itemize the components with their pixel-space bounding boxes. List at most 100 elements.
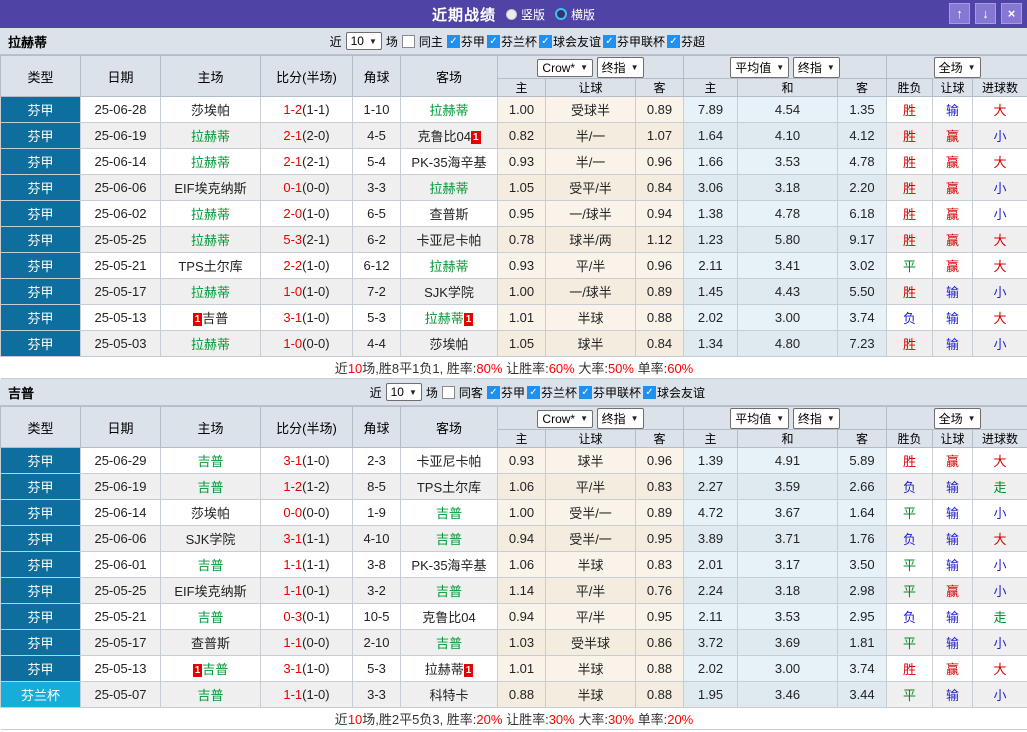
fulltime-score: 3-1 <box>283 661 303 676</box>
sub-header-goals-result: 进球数 <box>972 429 1027 448</box>
table-row: 芬兰杯 25-05-07 吉普 1-1(1-0) 3-3 科特卡 0.88 半球 0.88 1.9… <box>0 681 1027 708</box>
halftime-score: (1-0) <box>302 687 330 702</box>
avg-home-cell: 2.02 <box>683 655 738 682</box>
avg-draw-cell: 4.80 <box>737 330 838 357</box>
col-header-home: 主场 <box>160 406 261 448</box>
avg-away-cell: 3.74 <box>836 655 888 682</box>
odds-away-cell: 0.88 <box>635 681 684 708</box>
avg-time-select[interactable]: 终指 ▼ <box>792 56 840 78</box>
halftime-score: (0-1) <box>302 583 330 598</box>
match-count-select[interactable]: 10 ▼ <box>345 32 382 50</box>
summary-segment: 近 <box>334 712 348 727</box>
result-goals-cell: 大 <box>972 96 1027 123</box>
move-up-button[interactable]: ↑ <box>949 3 970 24</box>
avg-time-select[interactable]: 终指 ▼ <box>792 407 840 429</box>
league-checkbox[interactable]: ✓ <box>666 34 680 48</box>
avg-home-cell: 1.23 <box>683 226 738 253</box>
col-header-home: 主场 <box>160 55 261 97</box>
odds-home-cell: 0.82 <box>497 122 546 149</box>
home-team-cell: SJK学院 <box>160 525 261 552</box>
summary-segment: 大率: <box>574 361 608 376</box>
fulltime-score: 1-2 <box>283 102 303 117</box>
odds-handicap-cell: 受半/一 <box>545 525 636 552</box>
result-outcome-cell: 平 <box>886 551 934 578</box>
result-goals-cell: 小 <box>972 499 1027 526</box>
same-venue-checkbox[interactable] <box>441 385 455 399</box>
result-goals-cell: 走 <box>972 473 1027 500</box>
odds-home-cell: 1.00 <box>497 278 546 305</box>
score-cell: 1-0(1-0) <box>260 278 353 305</box>
scope-select[interactable]: 全场 ▼ <box>933 407 981 429</box>
home-team-cell: 拉赫蒂 <box>160 200 261 227</box>
match-type-cell: 芬甲 <box>0 96 81 123</box>
match-date-cell: 25-06-19 <box>80 473 161 500</box>
team-section: 吉普 近 10 ▼ 场 同客 ✓ 芬甲 ✓ 芬兰杯 ✓ 芬甲联杯 ✓ 球会友谊 类型 日期 <box>0 379 1027 730</box>
horizontal-layout-radio[interactable]: 横版 <box>555 6 595 23</box>
avg-draw-cell: 4.78 <box>737 200 838 227</box>
col-header-away: 客场 <box>400 406 498 448</box>
avg-away-cell: 4.12 <box>836 122 888 149</box>
match-date-cell: 25-06-06 <box>80 525 161 552</box>
sub-header-odds-home: 主 <box>497 78 546 97</box>
move-down-button[interactable]: ↓ <box>975 3 996 24</box>
result-goals-cell: 大 <box>972 525 1027 552</box>
odds-home-cell: 1.14 <box>497 577 546 604</box>
league-checkbox[interactable]: ✓ <box>578 385 592 399</box>
team-name-text: PK-35海辛基 <box>411 558 487 573</box>
avg-draw-cell: 3.41 <box>737 252 838 279</box>
same-venue-checkbox[interactable] <box>401 34 415 48</box>
avg-source-select[interactable]: 平均值 ▼ <box>730 407 790 429</box>
col-header-date: 日期 <box>80 406 161 448</box>
league-checkbox[interactable]: ✓ <box>526 385 540 399</box>
summary-segment: 场,胜2平5负3, 胜率: <box>362 712 477 727</box>
same-venue-label: 同客 <box>458 385 483 400</box>
team-name-text: 吉普 <box>202 662 229 677</box>
avg-source-select[interactable]: 平均值 ▼ <box>730 56 790 78</box>
odds-source-select[interactable]: Crow* ▼ <box>537 58 594 77</box>
result-handicap-cell: 输 <box>932 629 974 656</box>
avg-draw-cell: 5.80 <box>737 226 838 253</box>
match-type-cell: 芬甲 <box>0 226 81 253</box>
match-type-cell: 芬甲 <box>0 200 81 227</box>
league-filter: ✓ 芬兰杯 <box>486 33 537 50</box>
league-checkbox[interactable]: ✓ <box>486 34 500 48</box>
odds-handicap-cell: 平/半 <box>545 252 636 279</box>
vertical-layout-radio[interactable]: 竖版 <box>505 6 545 23</box>
league-checkbox[interactable]: ✓ <box>642 385 656 399</box>
summary-segment: 让胜率: <box>502 361 549 376</box>
odds-home-cell: 0.93 <box>497 447 546 474</box>
odds-handicap-cell: 半球 <box>545 304 636 331</box>
odds-handicap-cell: 平/半 <box>545 603 636 630</box>
odds-time-select[interactable]: 终指 ▼ <box>596 407 644 429</box>
team-name-text: 克鲁比04 <box>422 610 476 625</box>
avg-home-cell: 1.64 <box>683 122 738 149</box>
league-checkbox[interactable]: ✓ <box>602 34 616 48</box>
odds-away-cell: 0.83 <box>635 473 684 500</box>
odds-home-cell: 0.88 <box>497 681 546 708</box>
league-checkbox[interactable]: ✓ <box>446 34 460 48</box>
close-button[interactable]: × <box>1001 3 1022 24</box>
scope-select[interactable]: 全场 ▼ <box>933 56 981 78</box>
home-team-cell: 拉赫蒂 <box>160 330 261 357</box>
avg-away-cell: 3.74 <box>836 304 888 331</box>
away-team-cell: 拉赫蒂 1 <box>400 304 498 331</box>
result-handicap-cell: 输 <box>932 681 974 708</box>
odds-time-select[interactable]: 终指 ▼ <box>596 56 644 78</box>
sub-header-goals-result: 进球数 <box>972 78 1027 97</box>
away-team-cell: 拉赫蒂 1 <box>400 655 498 682</box>
league-checkbox[interactable]: ✓ <box>538 34 552 48</box>
team-name-text: 拉赫蒂 <box>429 181 469 196</box>
vertical-layout-label: 竖版 <box>520 7 545 22</box>
result-goals-cell: 大 <box>972 148 1027 175</box>
result-handicap-cell: 赢 <box>932 200 974 227</box>
team-name-text: 拉赫蒂 <box>429 259 469 274</box>
odds-source-select[interactable]: Crow* ▼ <box>537 409 594 428</box>
chevron-down-icon: ▼ <box>826 413 835 423</box>
league-checkbox[interactable]: ✓ <box>486 385 500 399</box>
corner-cell: 4-5 <box>352 122 401 149</box>
league-filter: ✓ 芬兰杯 <box>526 384 577 401</box>
odds-away-cell: 0.88 <box>635 304 684 331</box>
home-team-cell: 1 吉普 <box>160 655 261 682</box>
match-count-select[interactable]: 10 ▼ <box>385 383 422 401</box>
team-name-text: EIF埃克纳斯 <box>174 584 247 599</box>
